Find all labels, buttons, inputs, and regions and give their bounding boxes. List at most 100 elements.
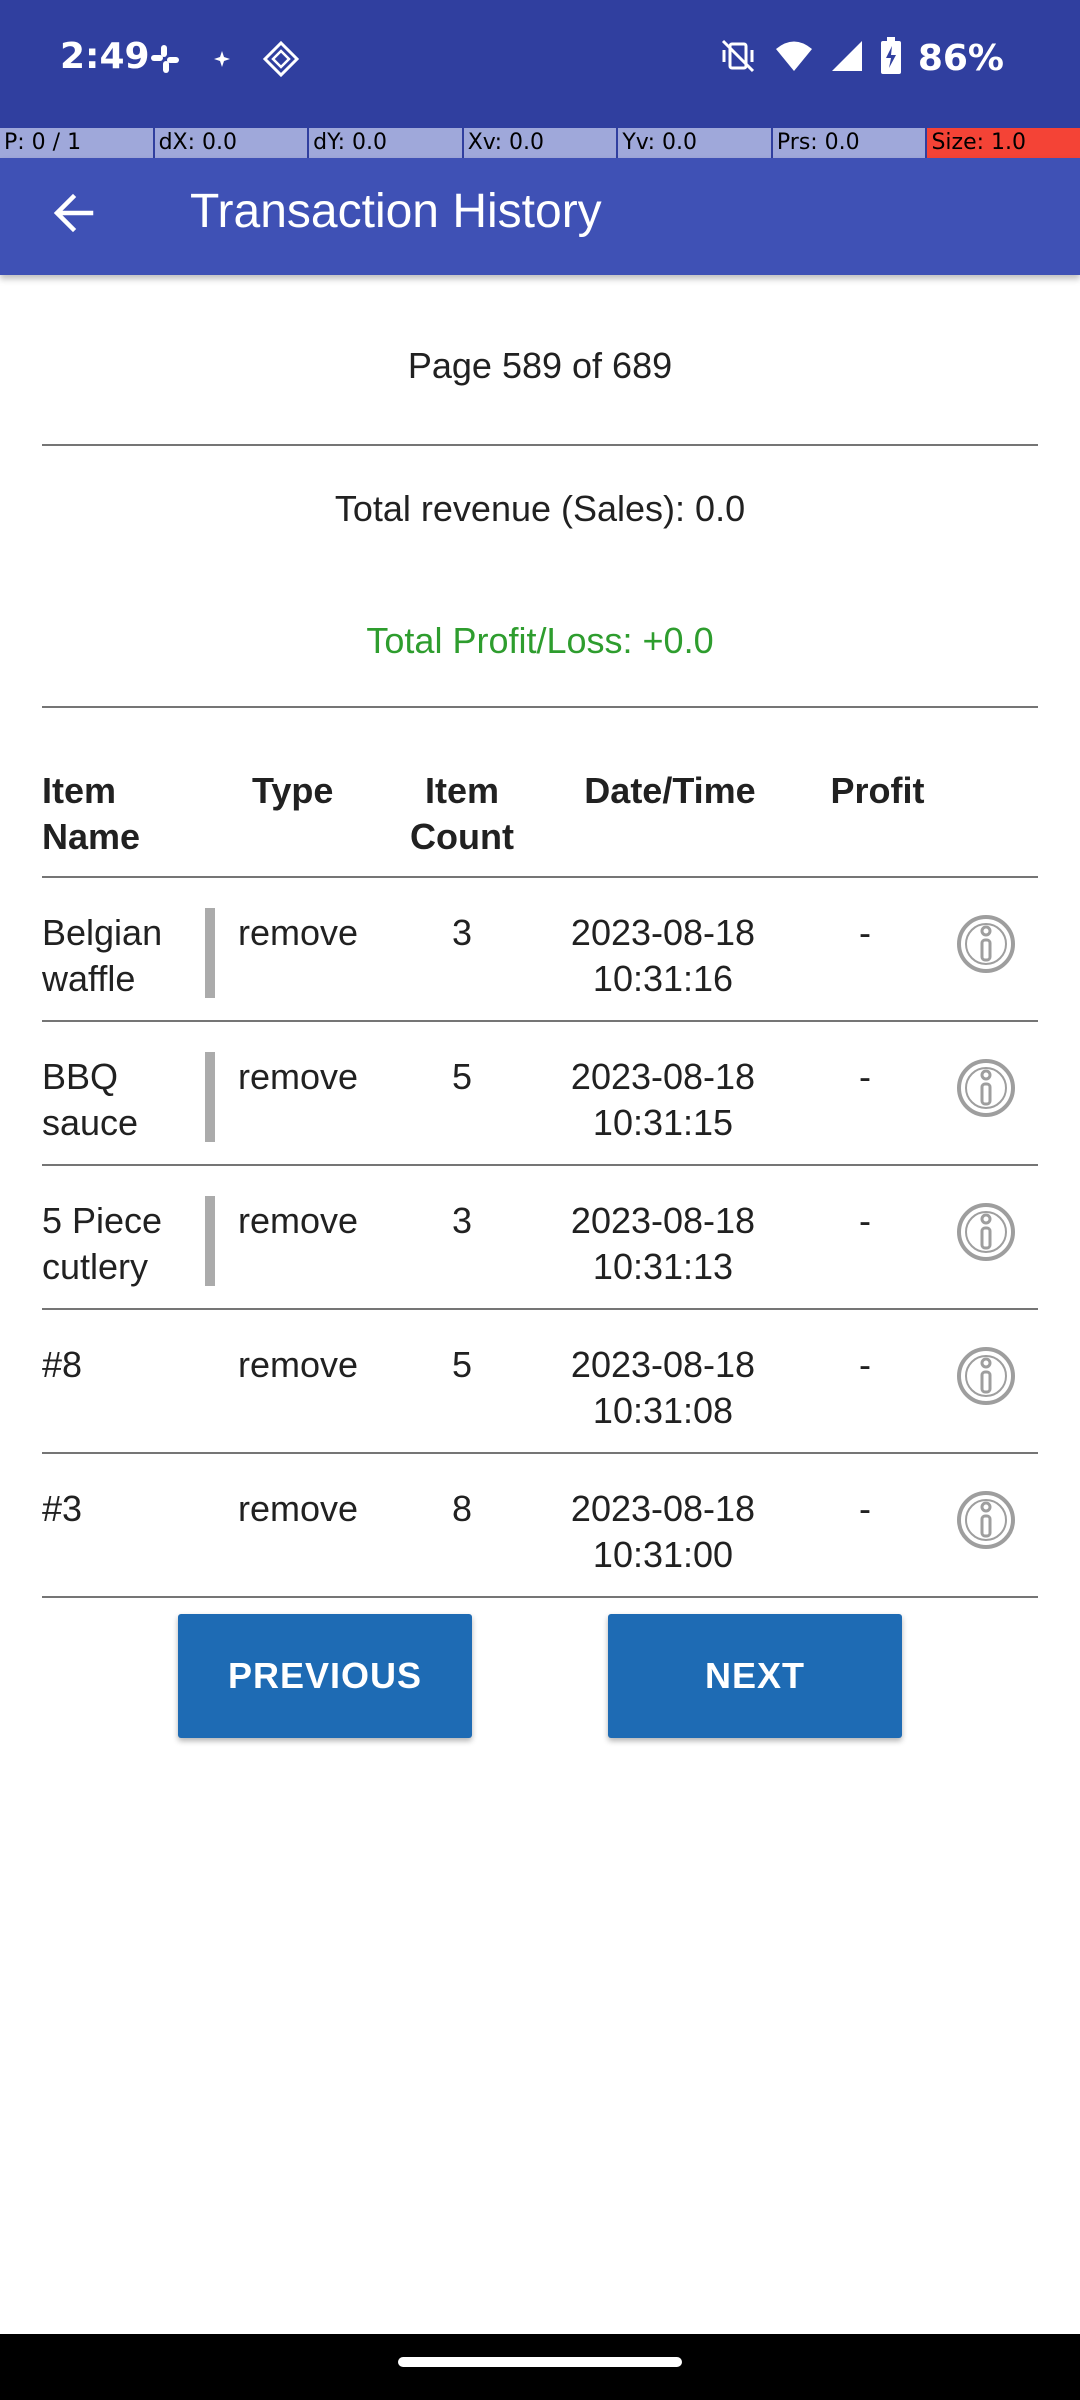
- row-item-name-line1: #8: [42, 1344, 83, 1385]
- header-item-name-line1: Item: [42, 770, 117, 811]
- row-date: 2023-08-18: [570, 1344, 756, 1385]
- table-row[interactable]: 5 Piece cutlery remove 3 2023-08-18 10:3…: [0, 1166, 1080, 1310]
- row-item-name-line1: 5 Piece: [42, 1200, 163, 1241]
- row-item-name: #8: [42, 1342, 82, 1388]
- header-count-line2: Count: [410, 816, 514, 857]
- row-item-count: 8: [451, 1488, 473, 1529]
- header-item-name: Item Name: [42, 768, 140, 860]
- total-revenue: Total revenue (Sales): 0.0: [334, 488, 746, 529]
- header-item-name-line2: Name: [42, 816, 141, 857]
- row-profit: -: [859, 1056, 871, 1097]
- info-button[interactable]: [956, 1346, 1016, 1406]
- info-button[interactable]: [956, 1202, 1016, 1262]
- row-date: 2023-08-18: [570, 1488, 756, 1529]
- previous-button[interactable]: PREVIOUS: [178, 1614, 472, 1738]
- row-item-count: 5: [451, 1344, 473, 1385]
- battery-percent: 86%: [917, 37, 1004, 79]
- row-marker-bar: [205, 1196, 215, 1286]
- info-icon: [957, 1203, 1015, 1261]
- screen: 2:49 86% P: 0 / 1 dX: 0.0 dY: 0.0 Xv: 0.…: [0, 0, 1080, 2400]
- info-button[interactable]: [956, 1490, 1016, 1550]
- row-item-name: #3: [42, 1486, 82, 1532]
- navigation-bar: [0, 2334, 1080, 2400]
- debug-size: Size: 1.0: [927, 128, 1080, 158]
- row-date-time: 2023-08-18 10:31:16: [553, 910, 773, 1002]
- row-marker-bar: [205, 908, 215, 998]
- system-icons: 86%: [718, 36, 1004, 80]
- header-type: Type: [252, 770, 334, 811]
- arrow-left-icon: [51, 191, 95, 239]
- app-bar: Transaction History: [0, 158, 1080, 275]
- row-time: 10:31:15: [592, 1102, 734, 1143]
- pointer-location-overlay: P: 0 / 1 dX: 0.0 dY: 0.0 Xv: 0.0 Yv: 0.0…: [0, 128, 1080, 158]
- row-profit: -: [859, 1200, 871, 1241]
- row-type: remove: [238, 1056, 359, 1097]
- row-item-name-line1: Belgian: [42, 912, 163, 953]
- back-button[interactable]: [40, 182, 106, 248]
- header-profit: Profit: [830, 770, 925, 811]
- page-indicator: Page 589 of 689: [407, 345, 673, 386]
- row-item-name: Belgian waffle: [42, 910, 162, 1002]
- notification-icons: [148, 40, 300, 82]
- row-item-name-line2: cutlery: [42, 1246, 149, 1287]
- debug-yv: Yv: 0.0: [618, 128, 773, 158]
- header-count-line1: Item: [424, 770, 500, 811]
- row-type: remove: [238, 912, 359, 953]
- next-button[interactable]: NEXT: [608, 1614, 902, 1738]
- row-time: 10:31:00: [592, 1534, 734, 1575]
- divider: [42, 706, 1038, 708]
- row-date-time: 2023-08-18 10:31:13: [553, 1198, 773, 1290]
- row-date-time: 2023-08-18 10:31:15: [553, 1054, 773, 1146]
- table-row[interactable]: #3 remove 8 2023-08-18 10:31:00 -: [0, 1454, 1080, 1598]
- row-item-name-line2: sauce: [42, 1102, 139, 1143]
- sparkle-icon: [212, 49, 232, 73]
- cell-signal-icon: [830, 39, 864, 77]
- row-date: 2023-08-18: [570, 1200, 756, 1241]
- diamond-icon: [262, 40, 300, 82]
- header-date-time: Date/Time: [584, 770, 756, 811]
- page-title: Transaction History: [190, 185, 602, 238]
- status-time: 2:49: [60, 36, 150, 77]
- row-type: remove: [238, 1200, 359, 1241]
- row-type: remove: [238, 1344, 359, 1385]
- row-marker-bar: [205, 1052, 215, 1142]
- debug-xv: Xv: 0.0: [463, 128, 619, 158]
- row-item-name-line1: #3: [42, 1488, 83, 1529]
- home-gesture-handle[interactable]: [398, 2357, 682, 2367]
- header-item-count: Item Count: [400, 768, 524, 860]
- debug-pressure: Prs: 0.0: [772, 128, 928, 158]
- row-date: 2023-08-18: [570, 912, 756, 953]
- wifi-icon: [774, 38, 814, 78]
- total-profit-loss: Total Profit/Loss: +0.0: [366, 620, 714, 661]
- info-button[interactable]: [956, 1058, 1016, 1118]
- debug-dy: dY: 0.0: [309, 128, 464, 158]
- row-time: 10:31:08: [592, 1390, 734, 1431]
- row-date-time: 2023-08-18 10:31:08: [553, 1342, 773, 1434]
- table-row[interactable]: Belgian waffle remove 3 2023-08-18 10:31…: [0, 878, 1080, 1022]
- table-row[interactable]: BBQ sauce remove 5 2023-08-18 10:31:15 -: [0, 1022, 1080, 1166]
- info-icon: [957, 915, 1015, 973]
- row-item-name-line2: waffle: [42, 958, 136, 999]
- row-date: 2023-08-18: [570, 1056, 756, 1097]
- slack-icon: [148, 42, 182, 80]
- row-item-count: 3: [451, 912, 473, 953]
- debug-dx: dX: 0.0: [154, 128, 310, 158]
- row-time: 10:31:16: [592, 958, 734, 999]
- row-item-name: BBQ sauce: [42, 1054, 138, 1146]
- row-type: remove: [238, 1488, 359, 1529]
- table-row[interactable]: #8 remove 5 2023-08-18 10:31:08 -: [0, 1310, 1080, 1454]
- row-item-count: 3: [451, 1200, 473, 1241]
- status-bar: 2:49 86%: [0, 0, 1080, 128]
- row-time: 10:31:13: [592, 1246, 734, 1287]
- row-profit: -: [859, 912, 871, 953]
- row-item-name-line1: BBQ: [42, 1056, 119, 1097]
- debug-pointer-count: P: 0 / 1: [0, 128, 155, 158]
- row-date-time: 2023-08-18 10:31:00: [553, 1486, 773, 1578]
- row-profit: -: [859, 1344, 871, 1385]
- row-item-count: 5: [451, 1056, 473, 1097]
- info-icon: [957, 1491, 1015, 1549]
- row-profit: -: [859, 1488, 871, 1529]
- info-icon: [957, 1059, 1015, 1117]
- info-icon: [957, 1347, 1015, 1405]
- info-button[interactable]: [956, 914, 1016, 974]
